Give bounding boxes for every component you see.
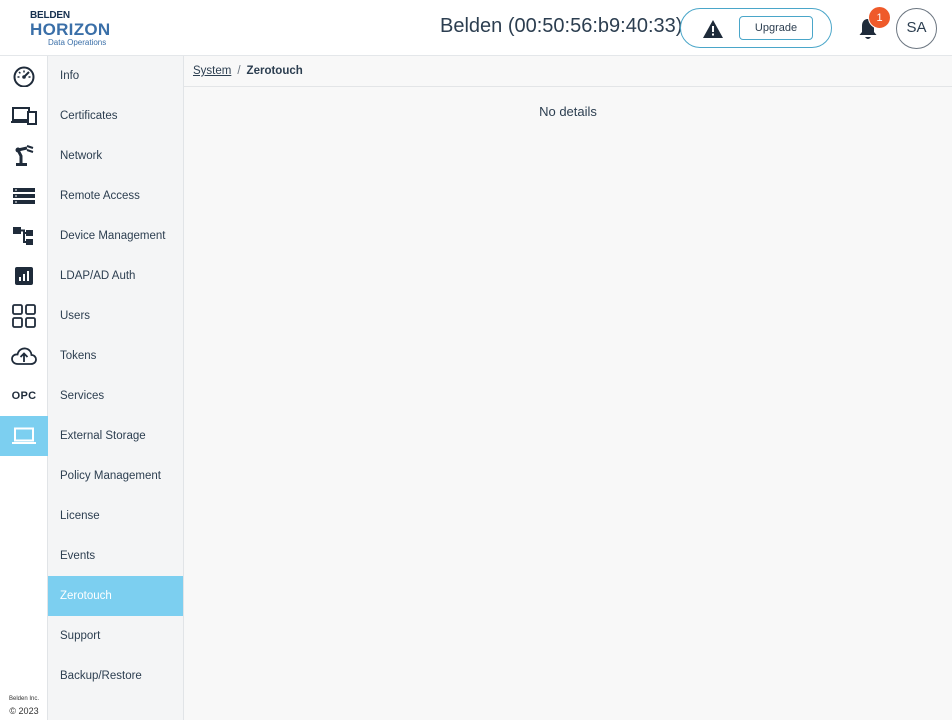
system-submenu: Info Certificates Network Remote Access … bbox=[48, 56, 184, 720]
apps-grid-icon bbox=[12, 304, 36, 328]
dashboard-gauge-icon bbox=[13, 66, 35, 87]
rail-cloud[interactable] bbox=[0, 336, 48, 376]
copyright-year: © 2023 bbox=[9, 706, 39, 716]
upgrade-panel: Upgrade bbox=[680, 8, 832, 48]
upgrade-button[interactable]: Upgrade bbox=[739, 16, 813, 40]
submenu-item-tokens[interactable]: Tokens bbox=[48, 336, 183, 376]
opc-label: OPC bbox=[11, 390, 37, 402]
list-icon bbox=[13, 188, 35, 204]
breadcrumb: System / Zerotouch bbox=[184, 56, 952, 87]
submenu-item-support[interactable]: Support bbox=[48, 616, 183, 656]
rail-robotics[interactable] bbox=[0, 136, 48, 176]
laptop-icon bbox=[12, 427, 36, 444]
robot-arm-icon bbox=[15, 145, 34, 166]
devices-icon bbox=[11, 107, 37, 125]
rail-dashboard[interactable] bbox=[0, 56, 48, 96]
device-title: Belden (00:50:56:b9:40:33) bbox=[440, 15, 683, 37]
submenu-item-users[interactable]: Users bbox=[48, 296, 183, 336]
rail-apps[interactable] bbox=[0, 296, 48, 336]
submenu-item-events[interactable]: Events bbox=[48, 536, 183, 576]
user-avatar[interactable]: SA bbox=[896, 8, 937, 49]
icon-rail: OPC Belden Inc. © 2023 bbox=[0, 56, 48, 720]
submenu-item-policy-management[interactable]: Policy Management bbox=[48, 456, 183, 496]
submenu-item-info[interactable]: Info bbox=[48, 56, 183, 96]
warning-icon bbox=[703, 20, 723, 38]
empty-state-message: No details bbox=[539, 104, 597, 119]
submenu-item-external-storage[interactable]: External Storage bbox=[48, 416, 183, 456]
submenu-item-network[interactable]: Network bbox=[48, 136, 183, 176]
rail-opc[interactable]: OPC bbox=[0, 376, 48, 416]
rail-hierarchy[interactable] bbox=[0, 216, 48, 256]
submenu-item-backup-restore[interactable]: Backup/Restore bbox=[48, 656, 183, 696]
breadcrumb-current: Zerotouch bbox=[246, 65, 303, 77]
belden-horizon-logo[interactable]: BELDEN HORIZON Data Operations bbox=[28, 9, 118, 49]
submenu-item-zerotouch[interactable]: Zerotouch bbox=[48, 576, 183, 616]
rail-analytics[interactable] bbox=[0, 256, 48, 296]
submenu-item-license[interactable]: License bbox=[48, 496, 183, 536]
submenu-item-device-management[interactable]: Device Management bbox=[48, 216, 183, 256]
submenu-item-services[interactable]: Services bbox=[48, 376, 183, 416]
logo-line3: Data Operations bbox=[48, 38, 107, 47]
submenu-item-ldap-auth[interactable]: LDAP/AD Auth bbox=[48, 256, 183, 296]
main-content: System / Zerotouch No details bbox=[184, 56, 952, 720]
breadcrumb-system-link[interactable]: System bbox=[193, 65, 231, 77]
chart-icon bbox=[15, 267, 33, 285]
notification-count-badge[interactable]: 1 bbox=[868, 6, 891, 29]
submenu-item-remote-access[interactable]: Remote Access bbox=[48, 176, 183, 216]
logo-line2: HORIZON bbox=[30, 20, 111, 39]
top-header: BELDEN HORIZON Data Operations Belden (0… bbox=[0, 0, 952, 56]
rail-system[interactable] bbox=[0, 416, 48, 456]
submenu-item-certificates[interactable]: Certificates bbox=[48, 96, 183, 136]
cloud-upload-icon bbox=[11, 347, 37, 365]
rail-devices[interactable] bbox=[0, 96, 48, 136]
rail-list[interactable] bbox=[0, 176, 48, 216]
copyright-company: Belden Inc. bbox=[8, 696, 40, 702]
breadcrumb-separator: / bbox=[237, 65, 241, 77]
hierarchy-icon bbox=[13, 227, 33, 245]
